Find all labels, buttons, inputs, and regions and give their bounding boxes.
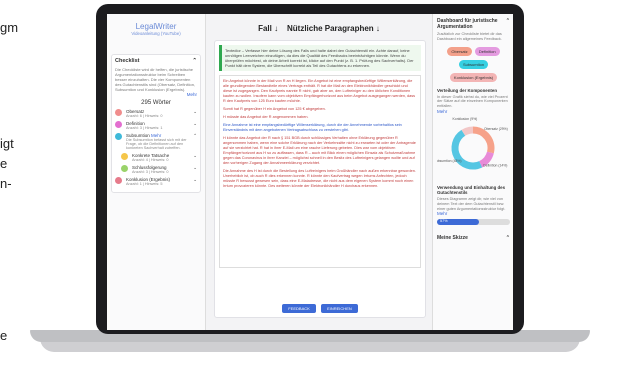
right-dashboard: Dashboard für juristische Argumentation …	[432, 14, 513, 330]
feedback-button[interactable]: FEEDBACK	[282, 304, 316, 313]
sketch-header[interactable]: Meine Skizze ⌃	[437, 235, 510, 241]
button-row: FEEDBACK EINREICHEN	[215, 304, 425, 313]
chevron-down-icon[interactable]: ⌄	[193, 177, 197, 183]
dist-title: Verteilung der Komponenten	[437, 87, 498, 93]
flow-box: Verwendung und Einhaltung des Gutachtens…	[437, 184, 510, 226]
checklist-desc: Die Checkliste wird dir helfen, die juri…	[115, 67, 196, 92]
checklist-item-subsumtion[interactable]: Subsumtion Mehr Die Subsumtion befasst s…	[115, 133, 197, 150]
word-count: 295 Wörter	[141, 100, 171, 106]
main-editor: Fall ↓ Nützliche Paragraphen ↓ Textedior…	[210, 14, 428, 330]
konklusion-dot-icon	[115, 177, 122, 184]
editor-hint: Textedior – Verfasse hier deine Lösung d…	[219, 45, 421, 71]
donut-slice-3	[461, 126, 474, 136]
more-link[interactable]: Mehr	[115, 92, 197, 97]
chevron-down-icon[interactable]: ⌄	[193, 121, 197, 127]
video-link[interactable]: Videoanleitung (YouTube)	[107, 31, 205, 36]
sketch-title: Meine Skizze	[437, 235, 468, 242]
dashboard-desc: Zusätzlich zur Checkliste bietet dir das…	[437, 32, 502, 41]
chevron-down-icon[interactable]: ⌄	[193, 109, 197, 115]
chevron-up-icon[interactable]: ⌃	[193, 133, 197, 139]
text-editor[interactable]: Ein Angebot könnte in der Mail von R an …	[219, 75, 421, 268]
tab-paragraphen[interactable]: Nützliche Paragraphen	[287, 24, 374, 33]
checklist-item-obersatz[interactable]: Obersatz Anzahl: 6 | Hinweis: 0 ⌄	[115, 109, 197, 118]
item-sub: Anzahl: 1 | Hinweis: 5	[126, 182, 163, 186]
chevron-down-icon[interactable]: ⌄	[193, 153, 197, 159]
left-sidebar: LegalWriter Videoanleitung (YouTube) Che…	[107, 14, 206, 330]
donut-chart: Obersatz (29%) Definition (14%) Subsumtion…	[434, 114, 510, 181]
paragraph: H könnte das Angebot der R nach § 151 BG…	[223, 136, 416, 165]
tab-fall[interactable]: Fall	[258, 24, 272, 33]
checklist-title: Checklist	[115, 58, 140, 64]
flow-title: Verwendung und Einhaltung des Gutachtens…	[437, 184, 506, 195]
dist-desc: In dieser Grafik siehst du, wie viel Pro…	[437, 94, 508, 109]
paragraph: Ein Angebot könnte in der Mail von R an …	[223, 79, 416, 103]
tag-definition[interactable]: Definition	[474, 46, 500, 56]
tatsache-dot-icon	[121, 153, 128, 160]
distribution-box: Verteilung der Komponenten In dieser Gra…	[434, 87, 510, 181]
checklist-panel: Checklist ⌃ Die Checkliste wird dir helf…	[111, 54, 201, 193]
paragraph: H müsste das Angebot der R angenommen ha…	[223, 115, 309, 119]
item-sub: Anzahl: 3 | Hinweis: 0	[132, 170, 169, 174]
tag-row: Obersatz Definition Subsumtion Konklusio…	[437, 45, 510, 84]
donut-label-3: Konklusion (9%)	[453, 117, 478, 121]
checklist-item-definition[interactable]: Definition Anzahl: 3 | Hinweis: 1 ⌄	[115, 121, 197, 130]
dashboard-title: Dashboard für juristische Argumentation	[437, 18, 498, 30]
subsumtion-dot-icon	[115, 133, 122, 140]
collapse-icon[interactable]: ⌃	[192, 58, 197, 64]
flow-desc: Dieses Diagramm zeigt dir, wie viel von …	[437, 196, 506, 211]
submit-button[interactable]: EINREICHEN	[321, 304, 358, 313]
paragraph: Somit hat R gegenüber H ein Angebot von …	[223, 107, 326, 111]
bg-fragment: e	[0, 156, 8, 171]
item-sub: Die Subsumtion befasst sich mit der Frag…	[126, 138, 187, 150]
checklist-item-schluss[interactable]: Schlussfolgerung Anzahl: 3 | Hinweis: 0 …	[115, 165, 197, 174]
dashboard-box: Dashboard für juristische Argumentation …	[437, 18, 510, 84]
chevron-down-icon[interactable]: ↓	[376, 24, 380, 33]
bg-fragment: n-	[0, 176, 12, 191]
dashboard-header[interactable]: Dashboard für juristische Argumentation …	[437, 18, 510, 30]
app-logo[interactable]: LegalWriter	[107, 22, 205, 31]
progress-fill: 57%	[437, 219, 479, 226]
donut-label-0: Obersatz (29%)	[484, 127, 508, 131]
tabs-header: Fall ↓ Nützliche Paragraphen ↓	[210, 24, 428, 33]
chevron-up-icon[interactable]: ⌃	[506, 235, 510, 241]
definition-dot-icon	[115, 121, 122, 128]
bg-fragment: e	[0, 328, 8, 343]
app-screen: LegalWriter Videoanleitung (YouTube) Che…	[107, 14, 513, 330]
tag-subsumtion[interactable]: Subsumtion	[458, 59, 489, 69]
tag-konklusion[interactable]: Konklusion (Ergebnis)	[449, 72, 498, 82]
progress-bar: 57%	[437, 219, 510, 226]
donut-label-2: Subsumtion (48%)	[437, 159, 462, 163]
bg-fragment: igt	[0, 136, 14, 151]
bg-fragment: gm	[0, 20, 19, 35]
donut-label-1: Definition (14%)	[483, 163, 507, 167]
paragraph: Eine Annahme ist eine empfangsbedürftige…	[223, 123, 402, 132]
schluss-dot-icon	[121, 165, 128, 172]
chevron-down-icon[interactable]: ⌄	[193, 165, 197, 171]
checklist-header[interactable]: Checklist ⌃	[115, 58, 197, 64]
item-sub: Anzahl: 4 | Hinweis: 0	[132, 158, 169, 162]
donut-slice-0	[472, 126, 495, 154]
editor-card: Textedior – Verfasse hier deine Lösung d…	[214, 40, 426, 318]
obersatz-dot-icon	[115, 109, 122, 116]
checklist-item-konklusion[interactable]: Konklusion (Ergebnis) Anzahl: 1 | Hinwei…	[115, 177, 197, 186]
checklist-item-tatsache[interactable]: Konkrete Tatsache Anzahl: 4 | Hinweis: 0…	[115, 153, 197, 162]
collapse-icon[interactable]: ⌃	[506, 18, 510, 30]
item-sub: Anzahl: 6 | Hinweis: 0	[126, 114, 163, 118]
chevron-down-icon[interactable]: ↓	[274, 24, 278, 33]
item-sub: Anzahl: 3 | Hinweis: 1	[126, 126, 163, 130]
tag-obersatz[interactable]: Obersatz	[447, 46, 472, 56]
more-link[interactable]: Mehr	[437, 211, 510, 216]
paragraph: Die Annahme des H ist durch die Bestellu…	[223, 169, 416, 188]
